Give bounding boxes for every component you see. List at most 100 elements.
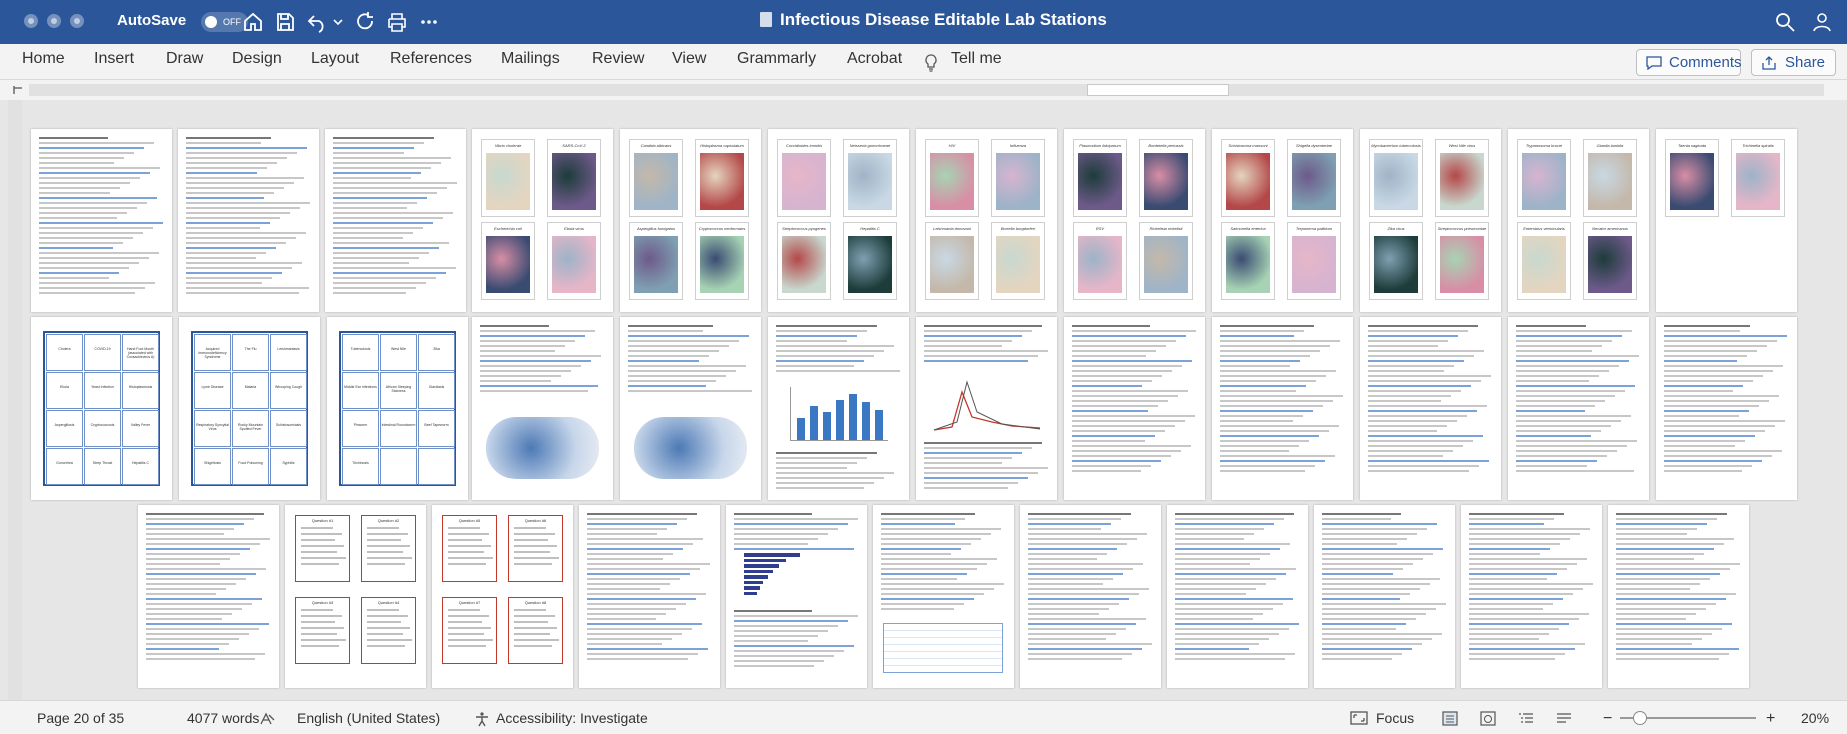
share-icon	[1762, 56, 1776, 70]
worksheet-page-thumbnail[interactable]	[726, 505, 867, 688]
specimen-name: Enterobius vermicularis	[1523, 226, 1565, 231]
share-button[interactable]: Share	[1751, 49, 1836, 76]
redo-icon[interactable]	[353, 10, 377, 34]
zoom-in-button[interactable]: +	[1766, 710, 1775, 728]
disease-grid-page[interactable]: Tuberculosis West Nile Zika Middle Ear Infe…	[327, 317, 468, 500]
specimen-card-page[interactable]: HIV Influenza Leishmania donovani Borrelia …	[916, 129, 1057, 312]
worksheet-page-thumbnail[interactable]	[1508, 317, 1649, 500]
zoom-level[interactable]: 20%	[1801, 710, 1829, 726]
specimen-card-page[interactable]: Mycobacterium tuberculosis West Nile viru…	[1360, 129, 1501, 312]
word-count[interactable]: 4077 words	[187, 710, 259, 726]
tab-insert[interactable]: Insert	[94, 50, 134, 68]
focus-mode-button[interactable]: Focus	[1376, 710, 1414, 726]
save-icon[interactable]	[273, 10, 297, 34]
worksheet-page-thumbnail[interactable]	[472, 317, 613, 500]
worksheet-page-thumbnail[interactable]	[1167, 505, 1308, 688]
comments-button[interactable]: Comments	[1636, 49, 1742, 76]
worksheet-page-thumbnail[interactable]	[1656, 317, 1797, 500]
tab-home[interactable]: Home	[22, 50, 65, 68]
worksheet-page-thumbnail[interactable]	[138, 505, 279, 688]
language-indicator[interactable]: English (United States)	[297, 710, 440, 726]
worksheet-page-thumbnail[interactable]	[1020, 505, 1161, 688]
worksheet-page-thumbnail[interactable]	[1314, 505, 1455, 688]
specimen-name: Bordetella pertussis	[1148, 143, 1184, 148]
specimen-card-page[interactable]: Candida albicans Histoplasma capsulatum As…	[620, 129, 761, 312]
print-icon[interactable]	[385, 10, 409, 34]
worksheet-page-thumbnail[interactable]	[579, 505, 720, 688]
worksheet-page-thumbnail[interactable]	[1064, 317, 1205, 500]
undo-dropdown-icon[interactable]	[331, 10, 345, 34]
tab-review[interactable]: Review	[592, 50, 644, 68]
tab-design[interactable]: Design	[232, 50, 282, 68]
minimize-window-button[interactable]	[47, 14, 61, 28]
chart-bar	[744, 580, 764, 584]
microscope-image	[700, 153, 744, 210]
specimen-card: HIV	[925, 139, 979, 217]
specimen-card: Streptococcus pyogenes	[777, 222, 831, 300]
tab-references[interactable]: References	[390, 50, 472, 68]
question-card-page[interactable]: Question #1 Question #2 Question #3 Questio…	[285, 505, 426, 688]
worksheet-page-thumbnail[interactable]	[1212, 317, 1353, 500]
question-card-title: Question #6	[524, 518, 547, 523]
tab-layout[interactable]: Layout	[311, 50, 359, 68]
document-page-thumbnail[interactable]	[178, 129, 319, 312]
ruler-text-area[interactable]	[1087, 84, 1229, 96]
worksheet-page-thumbnail[interactable]	[1608, 505, 1749, 688]
specimen-card-page[interactable]: Coccidioides immitis Neisseria gonorrhoea…	[768, 129, 909, 312]
autosave-state: OFF	[223, 17, 241, 27]
tab-draw[interactable]: Draw	[166, 50, 203, 68]
worksheet-page-thumbnail[interactable]	[1461, 505, 1602, 688]
disease-grid-page[interactable]: Acquired Immunodeficiency Syndrome The Fl…	[179, 317, 320, 500]
page-count[interactable]: Page 20 of 35	[37, 710, 124, 726]
question-card: Question #5	[442, 515, 497, 582]
specimen-card-page[interactable]: Trypanosoma brucei Giardia lamblia Enterob…	[1508, 129, 1649, 312]
print-layout-view-icon[interactable]	[1442, 711, 1458, 726]
tab-grammarly[interactable]: Grammarly	[737, 50, 816, 68]
accessibility-status[interactable]: Accessibility: Investigate	[496, 710, 648, 726]
zoom-window-button[interactable]	[70, 14, 84, 28]
web-layout-view-icon[interactable]	[1480, 711, 1496, 726]
disease-grid-cell: Zika	[418, 334, 455, 371]
document-page-thumbnail[interactable]	[31, 129, 172, 312]
home-icon[interactable]	[241, 10, 265, 34]
specimen-card-page[interactable]: Plasmodium falciparum Bordetella pertussi…	[1064, 129, 1205, 312]
zoom-slider-handle[interactable]	[1633, 711, 1647, 725]
specimen-card-page[interactable]: Taenia saginata Trichinella spiralis	[1656, 129, 1797, 312]
document-page-thumbnail[interactable]	[325, 129, 466, 312]
disease-grid-cell: Histoplasmosis	[122, 372, 159, 409]
search-icon[interactable]	[1773, 10, 1797, 34]
microscope-image	[486, 236, 530, 293]
specimen-name: Ebola virus	[564, 226, 584, 231]
worksheet-page-thumbnail[interactable]	[620, 317, 761, 500]
page-text-block	[1028, 513, 1153, 663]
zoom-out-button[interactable]: −	[1603, 710, 1612, 728]
tab-view[interactable]: View	[672, 50, 706, 68]
close-window-button[interactable]	[24, 14, 38, 28]
disease-grid-cell: Hand Foot Mouth (associated with Coxsack…	[122, 334, 159, 371]
tab-acrobat[interactable]: Acrobat	[847, 50, 902, 68]
worksheet-page-thumbnail[interactable]	[873, 505, 1014, 688]
proofing-icon[interactable]	[259, 711, 275, 727]
specimen-card-page[interactable]: Schistosoma mansoni Shigella dysenteriae S…	[1212, 129, 1353, 312]
microscope-image	[1078, 153, 1122, 210]
tell-me-search[interactable]: Tell me	[951, 50, 1002, 68]
microscope-image	[930, 236, 974, 293]
specimen-name: HIV	[948, 143, 956, 148]
tab-mailings[interactable]: Mailings	[501, 50, 560, 68]
horizontal-ruler	[0, 80, 1847, 100]
worksheet-page-thumbnail[interactable]	[916, 317, 1057, 500]
page-text-block	[628, 325, 753, 395]
worksheet-page-thumbnail[interactable]	[1360, 317, 1501, 500]
worksheet-page-thumbnail[interactable]	[768, 317, 909, 500]
undo-icon[interactable]	[305, 10, 329, 34]
account-icon[interactable]	[1810, 10, 1834, 34]
disease-grid-page[interactable]: Cholera COVID-19 Hand Foot Mouth (associat…	[31, 317, 172, 500]
horizontal-bar-chart-figure	[744, 553, 824, 599]
question-card-page[interactable]: Question #5 Question #6 Question #7 Questio…	[432, 505, 573, 688]
specimen-card-page[interactable]: Vibrio cholerae SARS-CoV-2 Escherichia col…	[472, 129, 613, 312]
more-options-icon[interactable]	[417, 10, 441, 34]
tab-stop-icon[interactable]	[12, 84, 24, 96]
outline-view-icon[interactable]	[1518, 711, 1534, 726]
document-canvas[interactable]: Vibrio cholerae SARS-CoV-2 Escherichia col…	[0, 100, 1847, 700]
draft-view-icon[interactable]	[1556, 711, 1572, 726]
